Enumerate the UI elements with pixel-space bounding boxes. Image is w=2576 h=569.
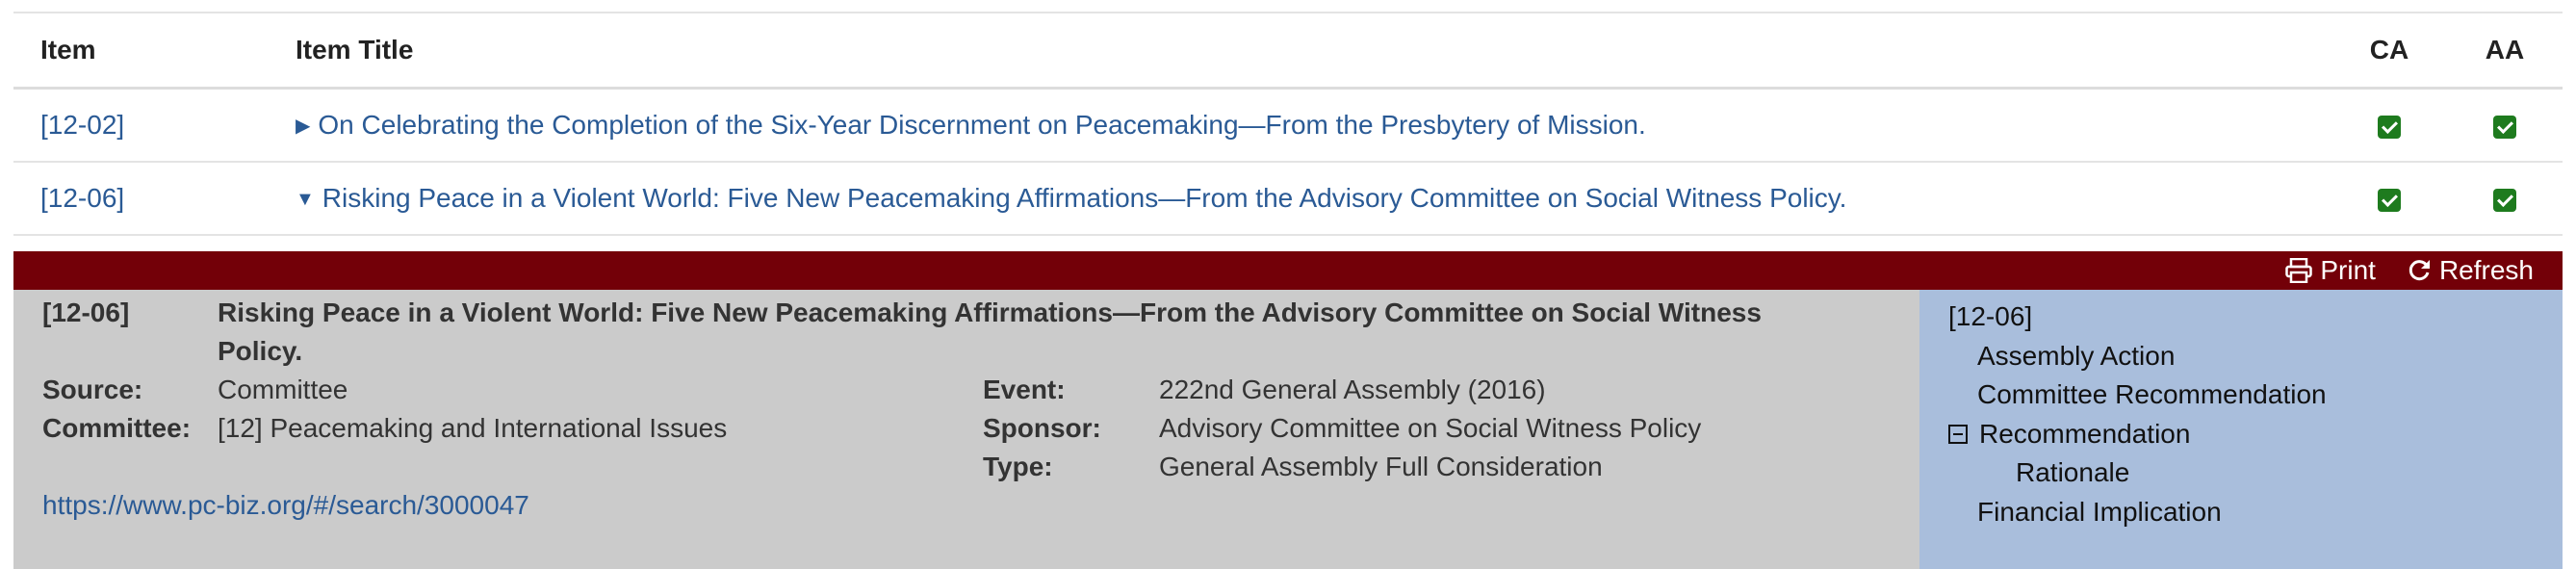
header-ca[interactable]: CA (2331, 12, 2447, 90)
toc-recommendation-label: Recommendation (1979, 418, 2191, 449)
print-button[interactable]: Print (2285, 255, 2376, 286)
section-nav: [12-06] Assembly Action Committee Recomm… (1919, 290, 2563, 569)
header-aa[interactable]: AA (2447, 12, 2563, 90)
items-table: Item Item Title CA AA [12-02] ▶ On Celebr… (13, 12, 2563, 236)
ca-checkbox[interactable] (2378, 115, 2401, 139)
header-item[interactable]: Item (13, 12, 296, 90)
table-header-row: Item Item Title CA AA (13, 12, 2563, 90)
items-view: Item Item Title CA AA [12-02] ▶ On Celebr… (13, 12, 2563, 569)
item-number-link[interactable]: [12-02] (40, 110, 124, 140)
item-title-link[interactable]: Risking Peace in a Violent World: Five N… (322, 183, 1847, 213)
toc-recommendation[interactable]: Recommendation (1919, 415, 2563, 454)
source-value: Committee (218, 375, 348, 404)
source-label: Source: (42, 375, 143, 404)
detail-url-link[interactable]: https://www.pc-biz.org/#/search/3000047 (42, 490, 529, 521)
detail-info: [12-06] Risking Peace in a Violent World… (13, 290, 1919, 569)
header-item-title[interactable]: Item Title (296, 12, 2331, 90)
table-row: [12-06] ▼ Risking Peace in a Violent Worl… (13, 162, 2563, 236)
table-row: [12-02] ▶ On Celebrating the Completion o… (13, 88, 2563, 163)
print-label: Print (2320, 255, 2376, 285)
toc-financial-implication[interactable]: Financial Implication (1919, 493, 2563, 532)
ca-checkbox[interactable] (2378, 188, 2401, 212)
committee-label: Committee: (42, 413, 192, 443)
refresh-label: Refresh (2438, 255, 2534, 285)
sponsor-value: Advisory Committee on Social Witness Pol… (1159, 413, 1702, 443)
event-value: 222nd General Assembly (2016) (1159, 375, 1546, 404)
aa-checkbox[interactable] (2493, 188, 2516, 212)
detail-title-line1: Risking Peace in a Violent World: Five N… (218, 297, 1762, 327)
refresh-button[interactable]: Refresh (2407, 255, 2534, 286)
toc-rationale[interactable]: Rationale (1919, 453, 2563, 493)
detail-number: [12-06] (42, 297, 130, 327)
type-value: General Assembly Full Consideration (1159, 452, 1603, 481)
sponsor-label: Sponsor: (983, 413, 1101, 443)
detail-title-line2: Policy. (218, 336, 303, 366)
item-number-link[interactable]: [12-06] (40, 183, 124, 213)
caret-right-icon[interactable]: ▶ (296, 114, 310, 138)
toc-committee-recommendation[interactable]: Committee Recommendation (1919, 375, 2563, 415)
detail-panel: [12-06] Risking Peace in a Violent World… (13, 290, 2563, 569)
refresh-icon (2409, 260, 2430, 281)
collapse-icon[interactable] (1948, 424, 1968, 444)
caret-down-icon[interactable]: ▼ (296, 189, 315, 211)
toc-assembly-action[interactable]: Assembly Action (1919, 337, 2563, 376)
aa-checkbox[interactable] (2493, 115, 2516, 139)
print-icon (2285, 258, 2313, 283)
type-label: Type: (983, 452, 1053, 481)
item-title-link[interactable]: On Celebrating the Completion of the Six… (318, 110, 1645, 140)
event-label: Event: (983, 375, 1066, 404)
detail-toolbar: Print Refresh (13, 251, 2563, 290)
committee-value: [12] Peacemaking and International Issue… (218, 413, 728, 443)
toc-number[interactable]: [12-06] (1919, 297, 2563, 337)
